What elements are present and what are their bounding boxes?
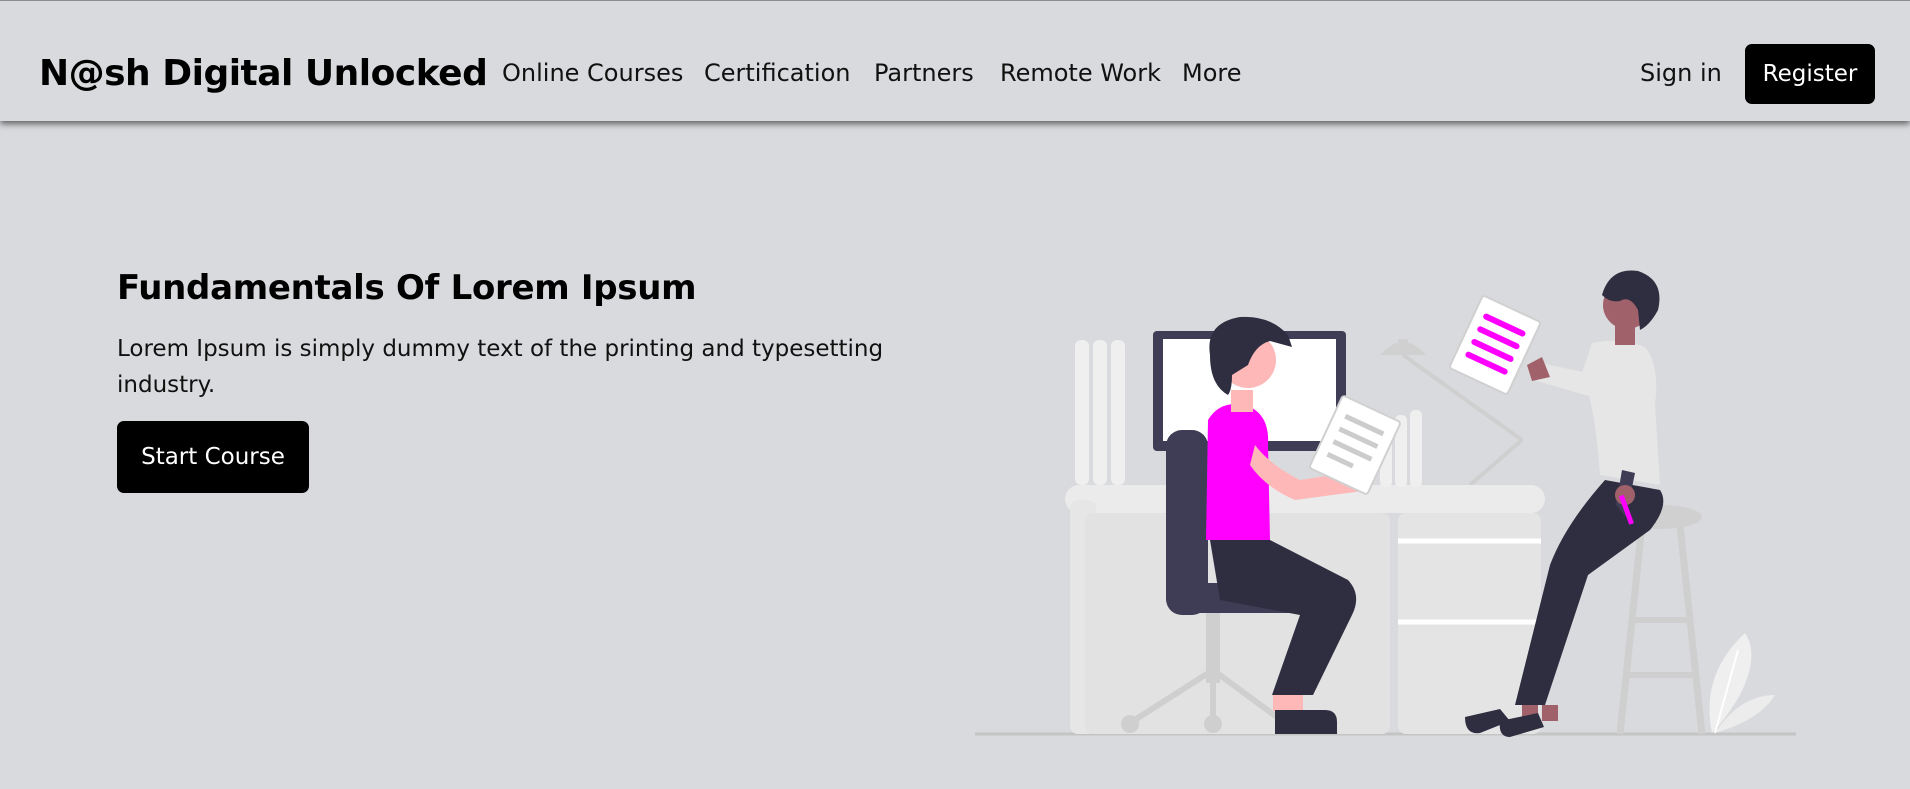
office-workers-illustration	[975, 270, 1796, 737]
hero-title: Fundamentals Of Lorem Ipsum	[117, 268, 697, 308]
plant-icon	[1709, 633, 1775, 734]
top-navbar: N@sh Digital Unlocked Online Courses Cer…	[0, 0, 1910, 121]
start-course-button[interactable]: Start Course	[117, 421, 309, 493]
nav-more[interactable]: More	[1182, 59, 1242, 87]
nav-remote-work[interactable]: Remote Work	[1000, 59, 1161, 87]
hero-description: Lorem Ipsum is simply dummy text of the …	[117, 336, 884, 398]
nav-certification[interactable]: Certification	[704, 59, 850, 87]
nav-partners[interactable]: Partners	[874, 59, 974, 87]
brand-logo[interactable]: N@sh Digital Unlocked	[39, 53, 488, 94]
highlighted-document-icon	[1449, 295, 1541, 395]
sign-in-link[interactable]: Sign in	[1640, 59, 1722, 87]
books-icon	[1075, 340, 1125, 485]
nav-online-courses[interactable]: Online Courses	[502, 59, 683, 87]
register-button[interactable]: Register	[1745, 44, 1875, 104]
